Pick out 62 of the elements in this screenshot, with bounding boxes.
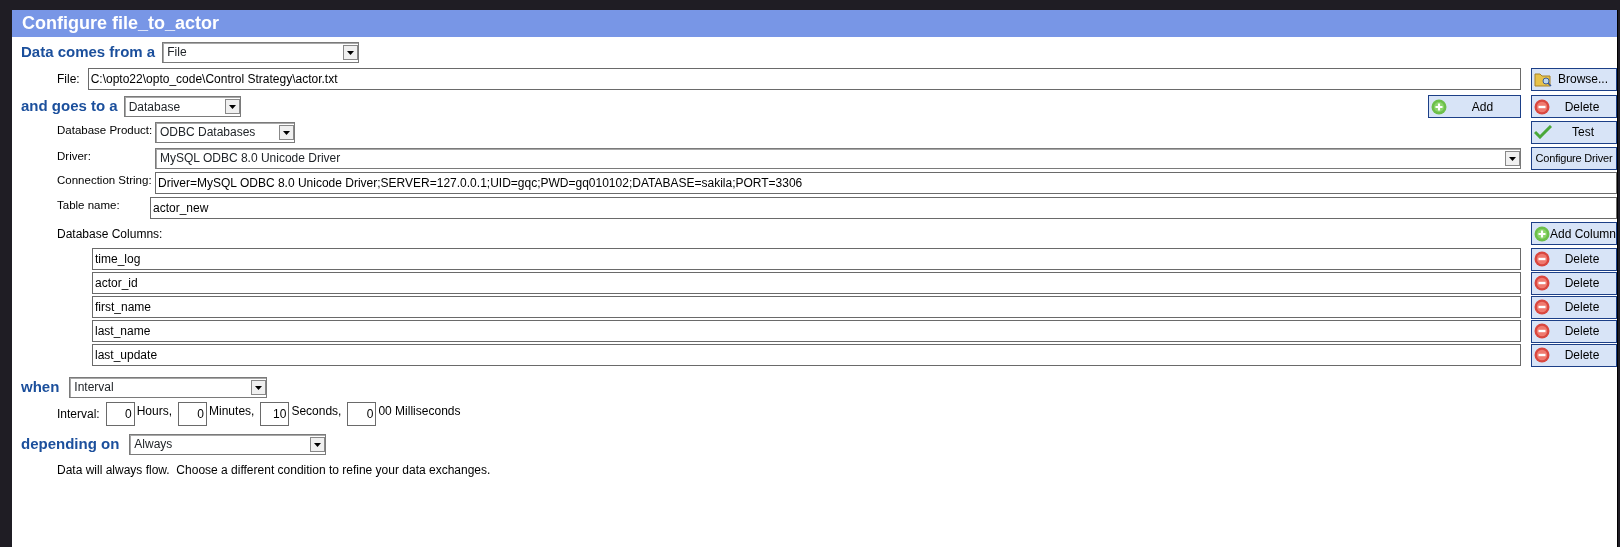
info-text: Data will always flow. Choose a different condition to refine your data exchanges. — [57, 462, 491, 479]
minus-icon — [1534, 299, 1550, 315]
field-label: Table name: — [57, 198, 121, 213]
dropdown[interactable]: ODBC Databases — [155, 121, 295, 143]
input-field[interactable]: 10 — [260, 402, 290, 426]
caret-icon — [224, 99, 240, 114]
input-field[interactable]: actor_new — [150, 197, 1617, 219]
add-column-button[interactable]: Add Column — [1531, 222, 1617, 245]
section-label: Data comes from a — [21, 41, 156, 62]
configure-driver-button[interactable]: Configure Driver — [1531, 146, 1617, 170]
input-field[interactable]: 0 — [178, 402, 208, 426]
minus-icon — [1534, 251, 1550, 267]
add-button[interactable]: Add — [1428, 95, 1521, 118]
caret-icon — [279, 124, 294, 140]
plus-icon — [1534, 225, 1550, 242]
dropdown[interactable]: Always — [129, 433, 327, 455]
field-label: Interval: — [57, 406, 100, 423]
caret-icon — [310, 436, 326, 452]
minus-icon — [1534, 323, 1550, 339]
dropdown[interactable]: File — [162, 41, 360, 63]
delete-button[interactable]: Delete — [1531, 319, 1617, 343]
input-field[interactable]: C:\opto22\opto_code\Control Strategy\actor.txt — [87, 68, 1521, 90]
caret-icon — [251, 379, 267, 395]
delete-button[interactable]: Delete — [1531, 247, 1617, 271]
minus-icon — [1534, 347, 1550, 363]
section-label: depending on — [21, 433, 120, 454]
caret-icon — [1505, 150, 1520, 166]
field-label: Database Product: — [57, 122, 154, 138]
input-field[interactable]: 0 — [347, 402, 377, 426]
unit-label: 00 Milliseconds — [378, 403, 461, 420]
input-field[interactable]: last_name — [92, 320, 1521, 342]
input-field[interactable]: last_update — [92, 344, 1521, 366]
plus-icon — [1431, 98, 1447, 115]
test-button[interactable]: Test — [1531, 120, 1617, 144]
input-field[interactable]: actor_id — [92, 272, 1521, 294]
field-label: Database Columns: — [57, 225, 163, 243]
window-title: Configure file_to_actor — [12, 10, 1617, 37]
minus-icon — [1534, 275, 1550, 291]
input-field[interactable]: Driver=MySQL ODBC 8.0 Unicode Driver;SERVER=127.0.0.1;UID=gqc;PWD=gq010102;DATABASE=sakila;PORT=3306 — [155, 172, 1617, 194]
delete-button[interactable]: Delete — [1531, 271, 1617, 295]
field-label: Driver: — [57, 148, 92, 164]
dropdown[interactable]: Database — [123, 96, 241, 117]
unit-label: Minutes, — [209, 403, 255, 420]
browse-button[interactable]: Browse... — [1531, 67, 1617, 91]
input-field[interactable]: first_name — [92, 296, 1521, 318]
dropdown[interactable]: Interval — [69, 376, 268, 398]
input-field[interactable]: 0 — [105, 402, 135, 426]
section-label: when — [21, 376, 60, 397]
delete-button[interactable]: Delete — [1531, 343, 1617, 367]
field-label: File: — [57, 71, 80, 88]
caret-icon — [343, 44, 359, 60]
field-label: Connection String: — [57, 173, 153, 188]
folder-search-icon — [1534, 71, 1552, 87]
unit-label: Hours, — [136, 403, 173, 420]
input-field[interactable]: time_log — [92, 248, 1521, 270]
delete-button[interactable]: Delete — [1531, 295, 1617, 319]
dropdown[interactable]: MySQL ODBC 8.0 Unicode Driver — [155, 147, 1521, 169]
section-label: and goes to a — [21, 96, 118, 117]
checkmark-icon — [1534, 125, 1552, 139]
unit-label: Seconds, — [291, 403, 342, 420]
delete-button[interactable]: Delete — [1531, 95, 1617, 118]
minus-icon — [1534, 98, 1550, 115]
